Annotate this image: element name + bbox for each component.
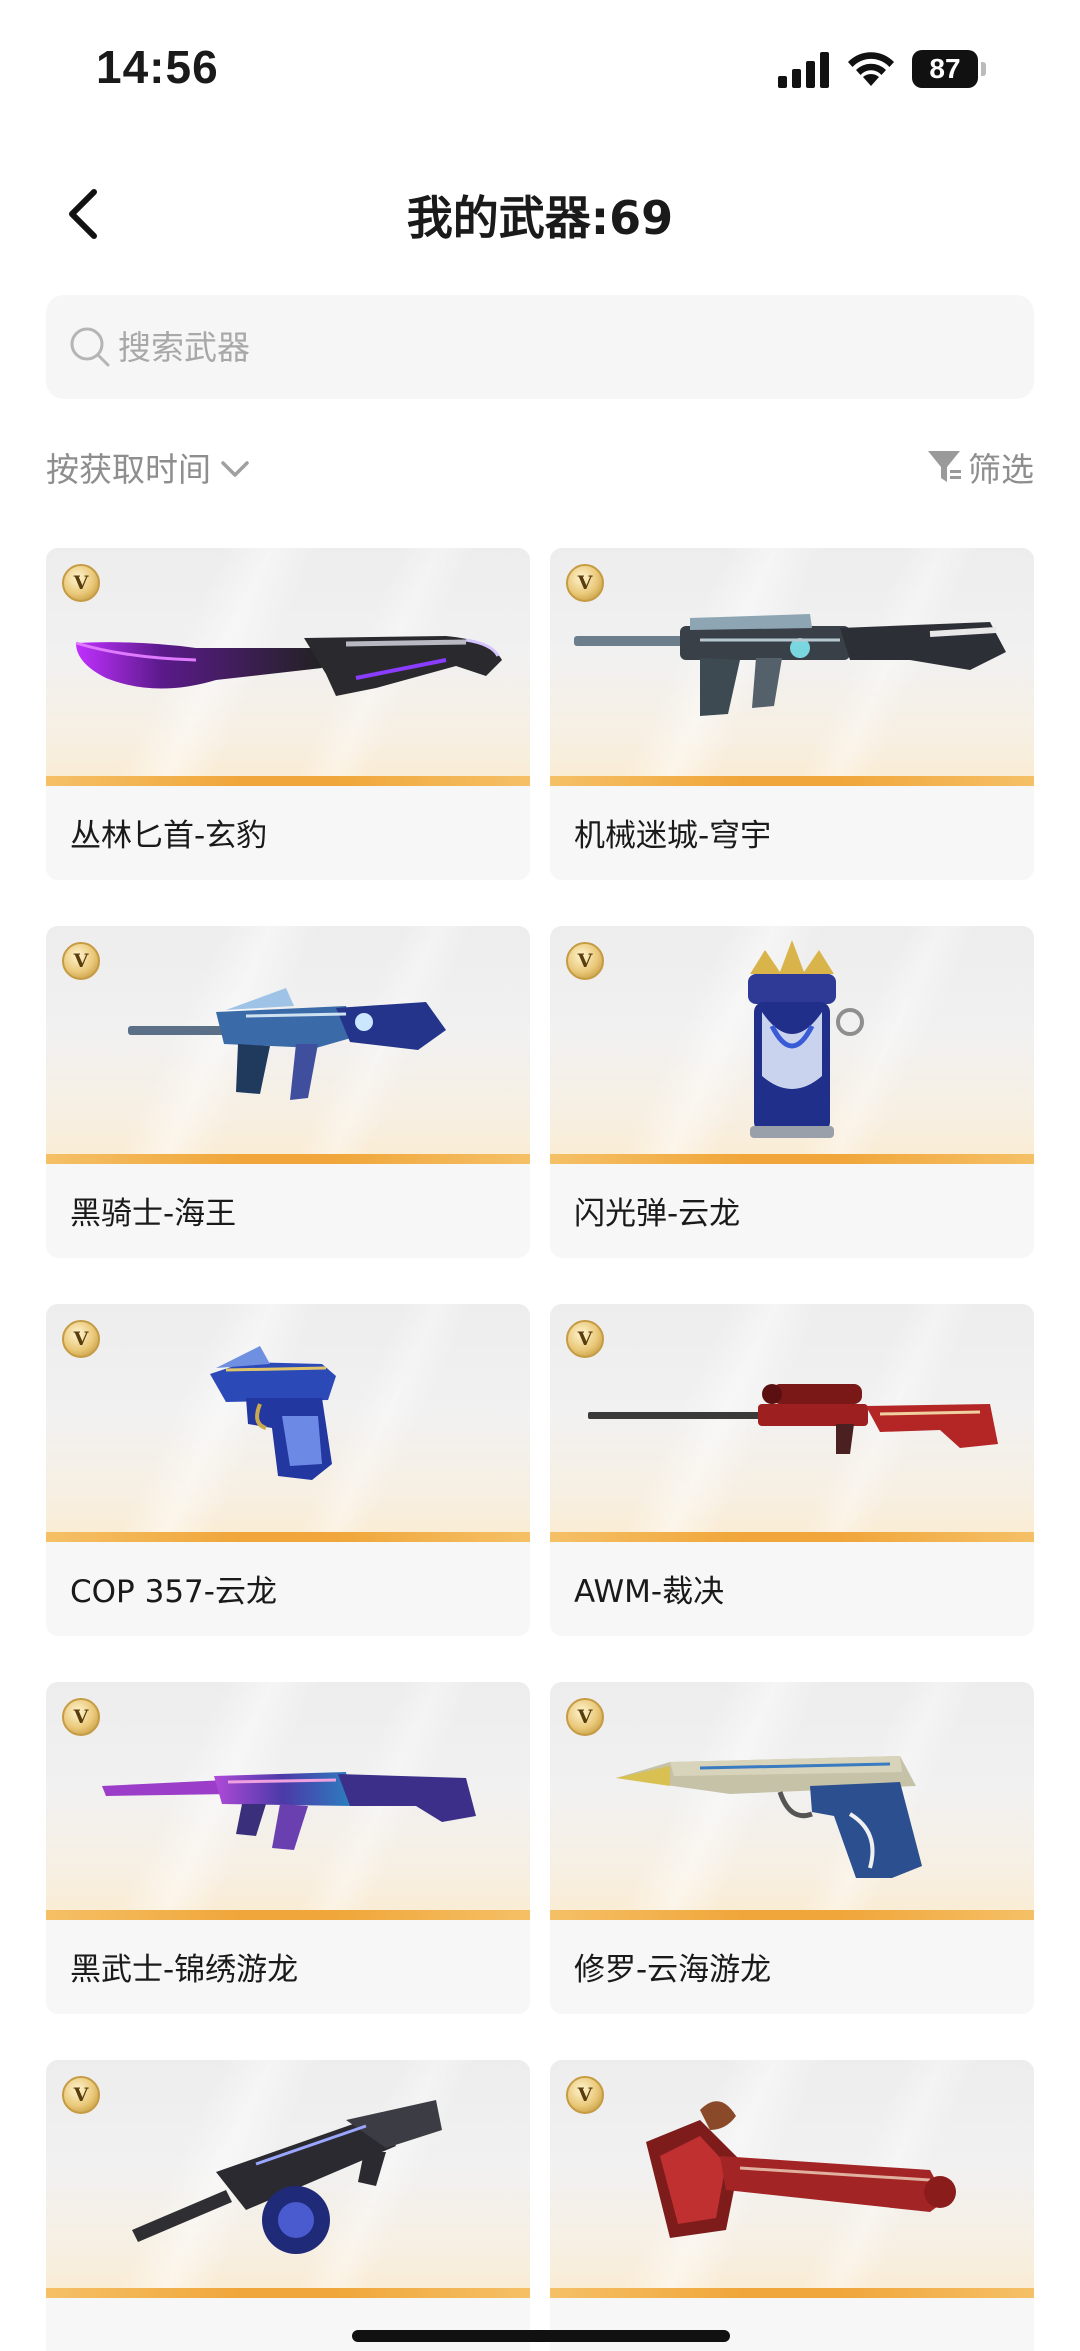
battery-icon: 87 [912,50,986,88]
weapon-card[interactable]: V 机械迷城-穹宇 [550,548,1034,880]
vip-badge: V [566,2076,604,2114]
weapon-image: V [46,926,530,1164]
weapon-card[interactable]: V 修罗-云海游龙 [550,1682,1034,2014]
nav-bar: 我的武器:69 [0,170,1080,260]
vip-badge: V [566,564,604,602]
weapon-name: COP 357-云龙 [70,1574,277,1610]
weapon-name: 黑武士-锦绣游龙 [70,1952,299,1988]
status-bar: 14:56 87 [0,0,1080,140]
sniper-rifle-icon [588,1384,998,1454]
vip-badge: V [566,1698,604,1736]
weapon-card[interactable]: V AWM-裁决 [550,1304,1034,1636]
weapon-name: 黑骑士-海王 [70,1196,237,1232]
wifi-icon [848,52,894,86]
pistol-icon [210,1346,336,1480]
weapon-card[interactable]: V 黑骑士-海王 [46,926,530,1258]
machine-gun-icon [132,2100,442,2254]
rifle-icon [102,1772,476,1850]
vip-badge: V [62,2076,100,2114]
weapon-image: V [550,1682,1034,1920]
sort-label: 按获取时间 [46,450,211,489]
vip-badge: V [62,564,100,602]
weapon-image: V [46,1304,530,1542]
weapon-image: V [550,2060,1034,2298]
battery-level: 87 [912,50,978,88]
status-time: 14:56 [96,41,219,93]
sort-dropdown[interactable]: 按获取时间 [46,442,253,492]
vip-badge: V [62,942,100,980]
rifle-icon [128,988,446,1100]
vip-badge: V [62,1698,100,1736]
cellular-signal-icon [778,52,829,88]
weapon-image: V [550,1304,1034,1542]
vip-badge: V [62,1320,100,1358]
filter-label: 筛选 [968,450,1034,489]
page-title: 我的武器:69 [406,191,674,245]
weapon-image: V [46,1682,530,1920]
weapon-card[interactable]: V 闪光弹-云龙 [550,926,1034,1258]
weapon-card[interactable]: V 丛林匕首-玄豹 [46,548,530,880]
weapon-name: 修罗-云海游龙 [574,1952,772,1988]
weapon-card[interactable]: V COP 357-云龙 [46,1304,530,1636]
pistol-icon [616,1756,922,1878]
weapon-card[interactable]: V [550,2060,1034,2351]
weapon-image: V [550,548,1034,786]
weapon-name: 闪光弹-云龙 [574,1196,741,1232]
weapon-name: AWM-裁决 [574,1574,725,1610]
filter-icon [928,451,961,482]
home-indicator[interactable] [352,2330,730,2342]
weapon-image: V [46,548,530,786]
chevron-down-icon [221,461,249,477]
vip-badge: V [566,942,604,980]
weapon-card[interactable]: V [46,2060,530,2351]
search-icon [70,327,110,367]
flashbang-icon [748,940,864,1138]
search-box[interactable] [46,295,1034,399]
weapon-name: 丛林匕首-玄豹 [70,818,268,854]
weapon-name: 机械迷城-穹宇 [574,818,772,854]
weapon-card[interactable]: V 黑武士-锦绣游龙 [46,1682,530,2014]
filter-button[interactable]: 筛选 [926,442,1034,492]
rifle-icon [574,614,1006,716]
search-input[interactable] [118,295,998,399]
weapon-image: V [550,926,1034,1164]
axe-icon [646,2101,956,2238]
vip-badge: V [566,1320,604,1358]
weapon-image: V [46,2060,530,2298]
knife-icon [75,636,502,696]
